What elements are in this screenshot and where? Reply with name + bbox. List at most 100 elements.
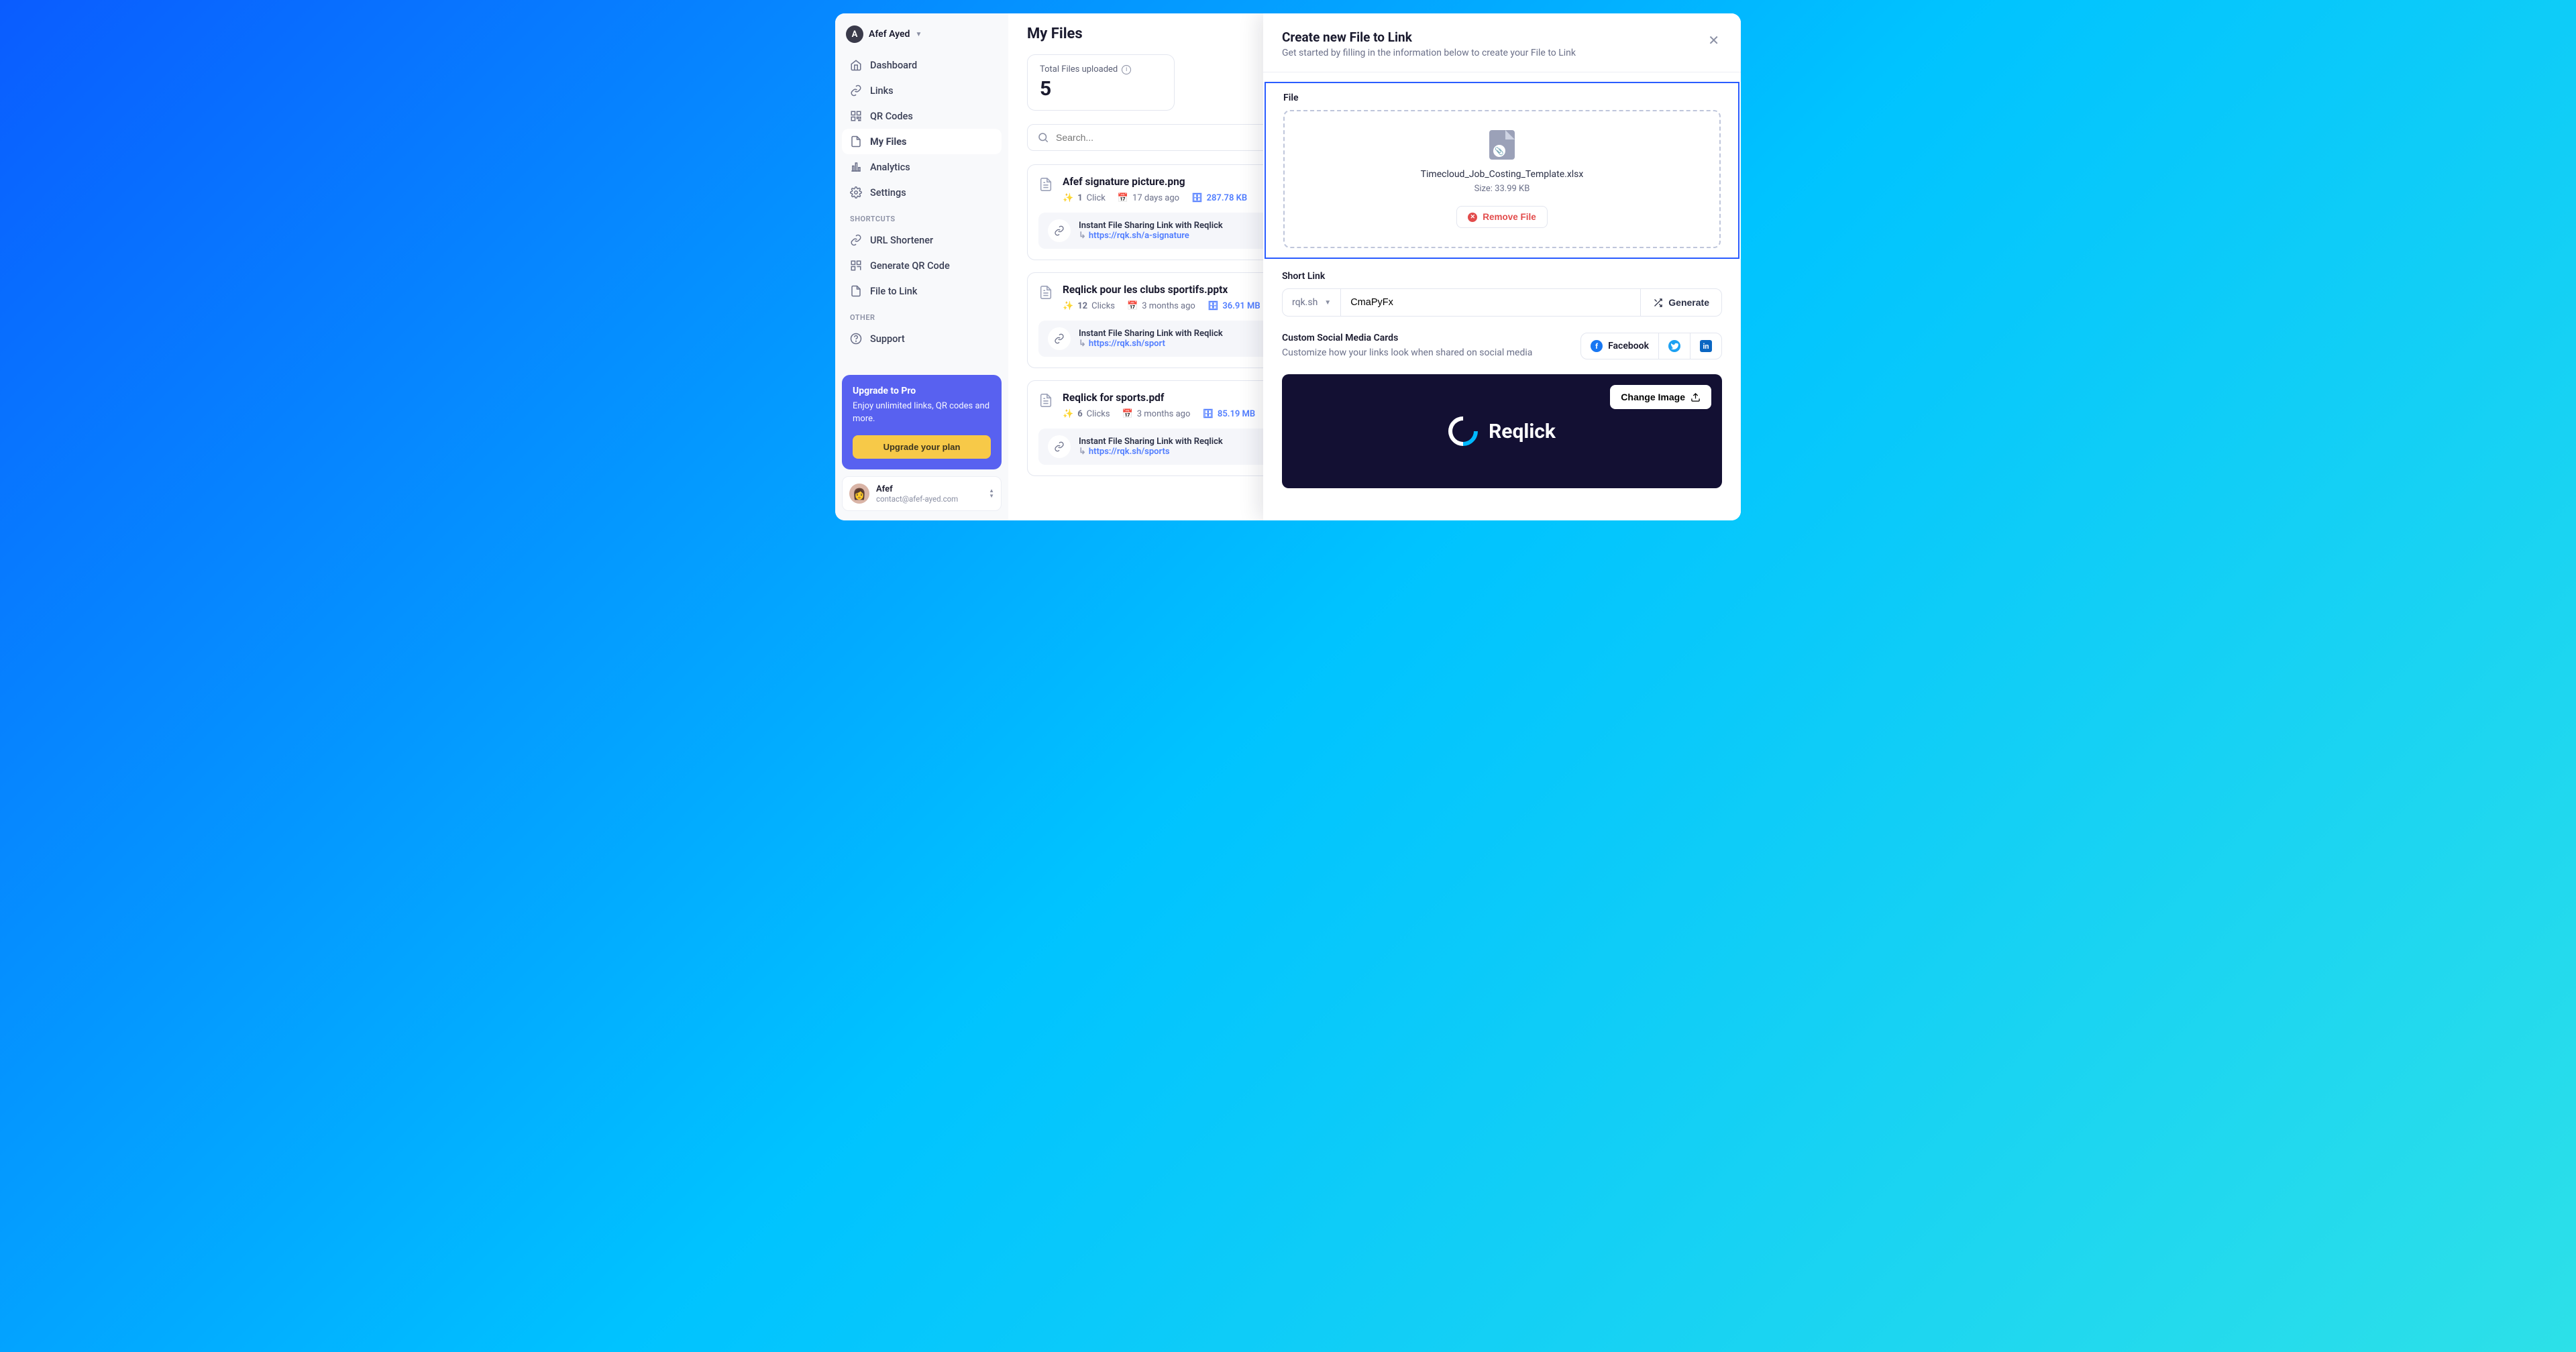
stat-value: 5 <box>1040 77 1162 101</box>
sidebar: A Afef Ayed ▼ Dashboard Links QR Codes <box>835 13 1008 520</box>
panel-title: Create new File to Link <box>1282 30 1576 45</box>
file-field-label: File <box>1283 93 1721 103</box>
file-icon <box>850 135 862 148</box>
stat-card-total-files: Total Files uploaded i 5 <box>1027 54 1175 111</box>
sparkle-icon: ✨ <box>1063 301 1073 311</box>
sidebar-item-label: QR Codes <box>870 111 913 122</box>
qr-icon <box>850 260 862 272</box>
sidebar-item-dashboard[interactable]: Dashboard <box>842 52 1002 78</box>
main-content: My Files Total Files uploaded i 5 Afef s… <box>1008 13 1741 520</box>
database-icon: 🗄 <box>1202 409 1214 419</box>
logo-mark-icon <box>1442 410 1484 452</box>
close-button[interactable]: ✕ <box>1705 30 1722 52</box>
remove-file-button[interactable]: ✕ Remove File <box>1456 206 1548 228</box>
size-stat: 🗄287.78 KB <box>1191 193 1247 203</box>
shortlink-field-label: Short Link <box>1282 271 1722 282</box>
date-stat: 📅3 months ago <box>1127 301 1195 311</box>
link-icon <box>850 84 862 97</box>
file-url-link[interactable]: https://rqk.sh/sports <box>1089 447 1170 457</box>
uploaded-size: Size: 33.99 KB <box>1303 184 1701 194</box>
gear-icon <box>850 186 862 199</box>
upgrade-card: Upgrade to Pro Enjoy unlimited links, QR… <box>842 375 1002 469</box>
sidebar-item-support[interactable]: Support <box>842 326 1002 351</box>
social-tabs: f Facebook in <box>1580 333 1722 359</box>
upgrade-button[interactable]: Upgrade your plan <box>853 435 991 459</box>
other-heading: OTHER <box>842 304 1002 326</box>
size-stat: 🗄85.19 MB <box>1202 409 1255 419</box>
file-icon <box>1038 284 1053 301</box>
file-dropzone[interactable]: 📎 Timecloud_Job_Costing_Template.xlsx Si… <box>1283 110 1721 248</box>
change-image-button[interactable]: Change Image <box>1610 385 1711 409</box>
file-icon: 📎 <box>1489 130 1515 160</box>
link-icon <box>1048 327 1071 350</box>
chevron-down-icon: ▼ <box>1324 299 1331 306</box>
user-footer-email: contact@afef-ayed.com <box>876 494 982 504</box>
upgrade-title: Upgrade to Pro <box>853 386 991 396</box>
domain-select[interactable]: rqk.sh ▼ <box>1283 289 1341 316</box>
tab-twitter[interactable] <box>1659 333 1690 359</box>
file-icon <box>850 285 862 297</box>
date-stat: 📅17 days ago <box>1118 193 1179 203</box>
shuffle-icon <box>1653 298 1663 308</box>
link-icon <box>1048 435 1071 458</box>
calendar-icon: 📅 <box>1122 409 1133 419</box>
tab-linkedin[interactable]: in <box>1690 333 1721 359</box>
size-stat: 🗄36.91 MB <box>1208 301 1260 311</box>
user-footer-name: Afef <box>876 484 982 494</box>
reply-arrow-icon: ↳ <box>1079 231 1086 241</box>
sidebar-item-label: URL Shortener <box>870 235 933 246</box>
shortcut-url-shortener[interactable]: URL Shortener <box>842 227 1002 253</box>
database-icon: 🗄 <box>1191 193 1203 203</box>
sidebar-item-links[interactable]: Links <box>842 78 1002 103</box>
file-url-link[interactable]: https://rqk.sh/sport <box>1089 339 1165 349</box>
clicks-stat: ✨1 Click <box>1063 193 1106 203</box>
paperclip-icon: 📎 <box>1493 145 1505 157</box>
clicks-stat: ✨6 Clicks <box>1063 409 1110 419</box>
file-icon <box>1038 176 1053 193</box>
clicks-stat: ✨12 Clicks <box>1063 301 1115 311</box>
social-section-title: Custom Social Media Cards <box>1282 333 1532 343</box>
sidebar-item-analytics[interactable]: Analytics <box>842 154 1002 180</box>
reply-arrow-icon: ↳ <box>1079 339 1086 349</box>
user-footer[interactable]: 👩 Afef contact@afef-ayed.com ▲▼ <box>842 476 1002 511</box>
panel-subtitle: Get started by filling in the informatio… <box>1282 48 1576 58</box>
search-icon <box>1037 131 1049 144</box>
file-icon <box>1038 392 1053 409</box>
home-icon <box>850 59 862 71</box>
social-preview-card: Change Image Reqlick <box>1282 374 1722 488</box>
facebook-icon: f <box>1591 340 1603 352</box>
user-avatar: A <box>846 25 863 43</box>
link-icon <box>850 234 862 246</box>
sidebar-item-label: Analytics <box>870 162 910 173</box>
calendar-icon: 📅 <box>1118 193 1128 203</box>
sidebar-item-qrcodes[interactable]: QR Codes <box>842 103 1002 129</box>
user-name: Afef Ayed <box>869 29 910 40</box>
slug-input[interactable] <box>1341 289 1640 316</box>
sidebar-item-label: Dashboard <box>870 60 917 71</box>
calendar-icon: 📅 <box>1127 301 1138 311</box>
linkedin-icon: in <box>1700 340 1712 352</box>
shortcut-file-to-link[interactable]: File to Link <box>842 278 1002 304</box>
uploaded-filename: Timecloud_Job_Costing_Template.xlsx <box>1303 169 1701 180</box>
upgrade-desc: Enjoy unlimited links, QR codes and more… <box>853 400 991 426</box>
file-url-link[interactable]: https://rqk.sh/a-signature <box>1089 231 1189 241</box>
social-section-desc: Customize how your links look when share… <box>1282 346 1532 359</box>
info-icon[interactable]: i <box>1122 65 1131 74</box>
sidebar-item-label: Support <box>870 333 905 345</box>
generate-button[interactable]: Generate <box>1640 289 1721 316</box>
chevron-down-icon: ▼ <box>915 31 922 38</box>
sidebar-item-myfiles[interactable]: My Files <box>842 129 1002 154</box>
sidebar-item-label: Generate QR Code <box>870 260 950 272</box>
file-section-highlight: File 📎 Timecloud_Job_Costing_Template.xl… <box>1265 82 1739 259</box>
workspace-switcher[interactable]: A Afef Ayed ▼ <box>842 23 1002 52</box>
user-sort-icon[interactable]: ▲▼ <box>989 489 994 498</box>
link-icon <box>1048 219 1071 242</box>
sidebar-item-settings[interactable]: Settings <box>842 180 1002 205</box>
sidebar-item-label: Links <box>870 85 894 97</box>
shortcut-generate-qr[interactable]: Generate QR Code <box>842 253 1002 278</box>
date-stat: 📅3 months ago <box>1122 409 1191 419</box>
help-icon <box>850 333 862 345</box>
tab-facebook[interactable]: f Facebook <box>1581 333 1659 359</box>
create-file-link-panel: Create new File to Link Get started by f… <box>1263 13 1741 520</box>
shortcuts-heading: SHORTCUTS <box>842 205 1002 227</box>
